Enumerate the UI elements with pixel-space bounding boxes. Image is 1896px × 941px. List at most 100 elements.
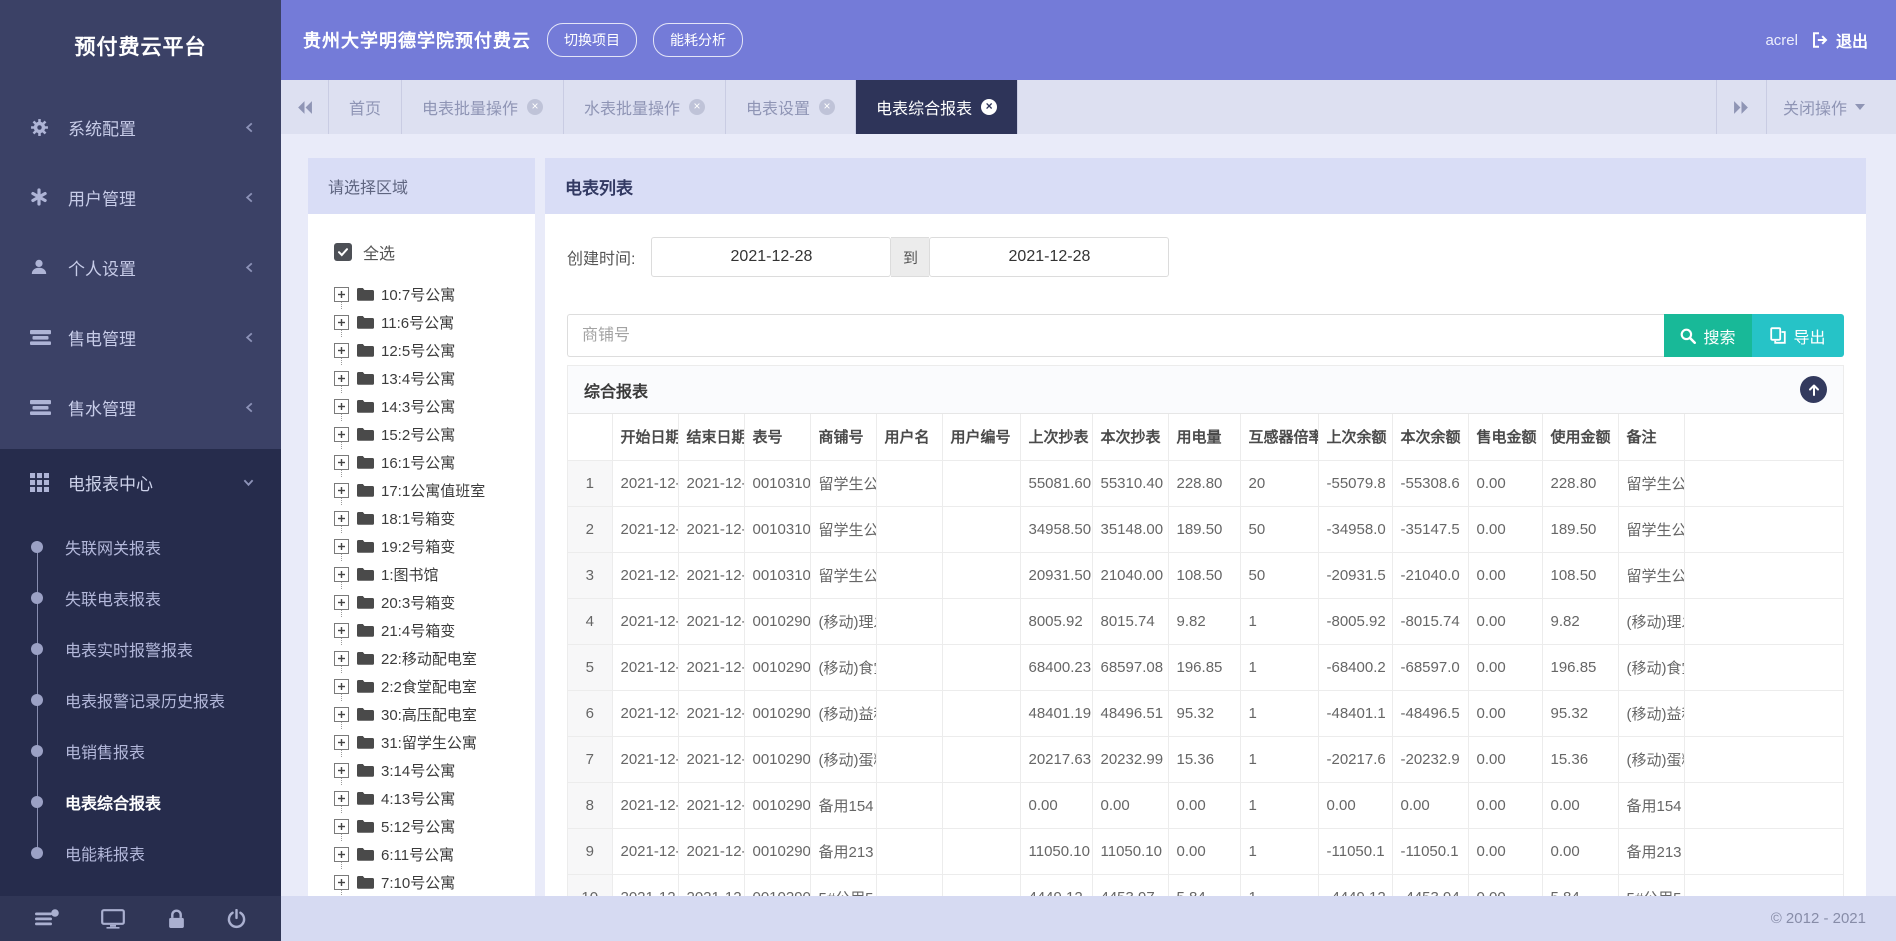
close-icon[interactable]: ×: [689, 99, 705, 115]
close-icon[interactable]: ×: [819, 99, 835, 115]
tree-item[interactable]: 19:2号箱变: [334, 532, 535, 560]
table-row[interactable]: 42021-12-282021-12-280010290(移动)理发8005.9…: [568, 598, 1843, 644]
tree-item[interactable]: 20:3号箱变: [334, 588, 535, 616]
folder-icon: [357, 875, 374, 889]
expand-icon[interactable]: [334, 763, 349, 778]
expand-icon[interactable]: [334, 567, 349, 582]
sidebar-subitem[interactable]: 电表实时报警报表: [0, 623, 281, 674]
logout-button[interactable]: 退出: [1812, 28, 1868, 52]
tree-item[interactable]: 14:3号公寓: [334, 392, 535, 420]
expand-icon[interactable]: [334, 623, 349, 638]
expand-icon[interactable]: [334, 315, 349, 330]
expand-icon[interactable]: [334, 483, 349, 498]
report-table-block: 综合报表 开始日期结束日期表号商铺号用户名用户编号上次抄表本次抄表用电量互感器倍…: [567, 365, 1844, 896]
sidebar-subitem[interactable]: 电表综合报表: [0, 776, 281, 827]
sidebar-item[interactable]: 售电管理: [0, 302, 281, 372]
sidebar-subitem[interactable]: 电销售报表: [0, 725, 281, 776]
collapse-up-icon[interactable]: [1800, 376, 1827, 403]
close-icon[interactable]: ×: [981, 99, 997, 115]
sidebar-subitem[interactable]: 失联电表报表: [0, 572, 281, 623]
tree-item[interactable]: 10:7号公寓: [334, 280, 535, 308]
expand-icon[interactable]: [334, 455, 349, 470]
expand-icon[interactable]: [334, 819, 349, 834]
energy-analysis-button[interactable]: 能耗分析: [653, 23, 743, 57]
export-button[interactable]: 导出: [1752, 314, 1844, 357]
table-row[interactable]: 92021-12-282021-12-280010290备用21311050.1…: [568, 828, 1843, 874]
monitor-icon[interactable]: [101, 909, 125, 929]
date-from-input[interactable]: 2021-12-28: [651, 237, 891, 277]
table-cell: 228.80: [1168, 460, 1240, 506]
tree-item[interactable]: 12:5号公寓: [334, 336, 535, 364]
sidebar-item[interactable]: 用户管理: [0, 162, 281, 232]
tab[interactable]: 电表综合报表×: [856, 80, 1018, 134]
tabs-scroll-left-button[interactable]: [281, 80, 329, 134]
tree-item[interactable]: 16:1号公寓: [334, 448, 535, 476]
lock-icon[interactable]: [168, 909, 185, 929]
close-operations-dropdown[interactable]: 关闭操作: [1766, 80, 1896, 134]
expand-icon[interactable]: [334, 791, 349, 806]
expand-icon[interactable]: [334, 343, 349, 358]
expand-icon[interactable]: [334, 875, 349, 890]
table-row[interactable]: 72021-12-282021-12-280010290(移动)蛋糕20217.…: [568, 736, 1843, 782]
expand-icon[interactable]: [334, 287, 349, 302]
table-row[interactable]: 32021-12-282021-12-280010310留学生公寓20931.5…: [568, 552, 1843, 598]
expand-icon[interactable]: [334, 511, 349, 526]
tab[interactable]: 水表批量操作×: [564, 80, 726, 134]
tree-item[interactable]: 18:1号箱变: [334, 504, 535, 532]
checkbox-checked-icon[interactable]: [334, 243, 352, 261]
tree-item[interactable]: 11:6号公寓: [334, 308, 535, 336]
table-row[interactable]: 62021-12-282021-12-280010290(移动)益科48401.…: [568, 690, 1843, 736]
menu-icon[interactable]: [35, 909, 59, 928]
expand-icon[interactable]: [334, 847, 349, 862]
tree-item[interactable]: 30:高压配电室: [334, 700, 535, 728]
expand-icon[interactable]: [334, 539, 349, 554]
tree-item[interactable]: 5:12号公寓: [334, 812, 535, 840]
sidebar-item[interactable]: 售水管理: [0, 372, 281, 442]
table-row[interactable]: 12021-12-282021-12-280010310留学生公寓55081.6…: [568, 460, 1843, 506]
tree-item[interactable]: 17:1公寓值班室: [334, 476, 535, 504]
expand-icon[interactable]: [334, 399, 349, 414]
expand-icon[interactable]: [334, 371, 349, 386]
sidebar-item-report-center[interactable]: 电报表中心: [0, 449, 281, 515]
table-row[interactable]: 22021-12-282021-12-280010310留学生公寓34958.5…: [568, 506, 1843, 552]
table-row[interactable]: 82021-12-282021-12-280010290备用1540.000.0…: [568, 782, 1843, 828]
tree-item[interactable]: 22:移动配电室: [334, 644, 535, 672]
sidebar-subitem[interactable]: 电表报警记录历史报表: [0, 674, 281, 725]
tab[interactable]: 首页: [329, 80, 402, 134]
switch-project-button[interactable]: 切换项目: [547, 23, 637, 57]
tree-item[interactable]: 3:14号公寓: [334, 756, 535, 784]
date-to-input[interactable]: 2021-12-28: [929, 237, 1169, 277]
sidebar-subitem[interactable]: 电能耗报表: [0, 827, 281, 878]
expand-icon[interactable]: [334, 595, 349, 610]
tab[interactable]: 电表批量操作×: [402, 80, 564, 134]
table-row[interactable]: 102021-12-282021-12-2800102905#公用54449.1…: [568, 874, 1843, 896]
power-icon[interactable]: [227, 909, 246, 929]
tree-item[interactable]: 2:2食堂配电室: [334, 672, 535, 700]
expand-icon[interactable]: [334, 735, 349, 750]
table-row[interactable]: 52021-12-282021-12-280010290(移动)食堂68400.…: [568, 644, 1843, 690]
tree-item[interactable]: 21:4号箱变: [334, 616, 535, 644]
expand-icon[interactable]: [334, 679, 349, 694]
expand-icon[interactable]: [334, 651, 349, 666]
tree-item[interactable]: 13:4号公寓: [334, 364, 535, 392]
tree-item[interactable]: 4:13号公寓: [334, 784, 535, 812]
close-icon[interactable]: ×: [527, 99, 543, 115]
tree-item[interactable]: 6:11号公寓: [334, 840, 535, 868]
tree-item[interactable]: 31:留学生公寓: [334, 728, 535, 756]
tree-item[interactable]: 7:10号公寓: [334, 868, 535, 896]
sidebar-item[interactable]: 系统配置: [0, 92, 281, 162]
select-all-checkbox-row[interactable]: 全选: [334, 240, 535, 264]
tab[interactable]: 电表设置×: [726, 80, 856, 134]
tabs-scroll-right-button[interactable]: [1716, 80, 1766, 134]
table-cell: 备用154: [810, 782, 876, 828]
sidebar-item[interactable]: 个人设置: [0, 232, 281, 302]
table-cell: 0010310: [744, 506, 810, 552]
expand-icon[interactable]: [334, 707, 349, 722]
search-input[interactable]: [567, 314, 1664, 357]
tree-item[interactable]: 15:2号公寓: [334, 420, 535, 448]
search-button[interactable]: 搜索: [1664, 314, 1752, 357]
sidebar-subitem[interactable]: 失联网关报表: [0, 521, 281, 572]
table-cell: 留学生公寓: [1618, 460, 1684, 506]
expand-icon[interactable]: [334, 427, 349, 442]
tree-item[interactable]: 1:图书馆: [334, 560, 535, 588]
